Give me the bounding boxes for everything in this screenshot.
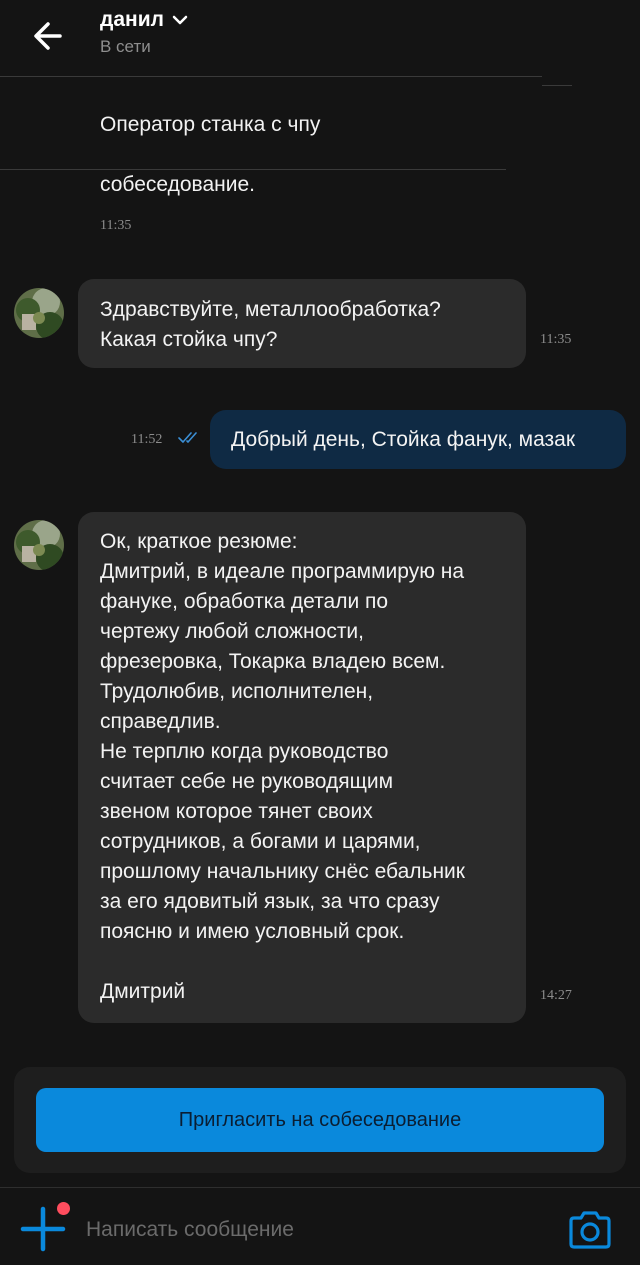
- avatar[interactable]: [14, 288, 64, 338]
- composer-divider: [0, 1187, 640, 1188]
- contact-name[interactable]: данил: [100, 8, 164, 32]
- message-text-line: поясню и имею условный срок.: [100, 920, 405, 943]
- message-bubble-incoming[interactable]: Ок, краткое резюме: Дмитрий, в идеале пр…: [78, 512, 526, 1023]
- message-input[interactable]: [86, 1210, 526, 1250]
- message-bubble-outgoing[interactable]: Добрый день, Стойка фанук, мазак: [210, 410, 626, 469]
- header-divider-secondary: [542, 85, 572, 86]
- message-text-line: прошлому начальнику снёс ебальник: [100, 860, 465, 883]
- header-divider: [0, 76, 542, 77]
- message-signature: Дмитрий: [100, 980, 186, 1003]
- card-divider: [0, 169, 506, 170]
- message-text-line: считает себе не руководящим: [100, 770, 394, 793]
- arrow-left-icon: [34, 22, 62, 50]
- notification-dot: [57, 1202, 70, 1215]
- contact-status: В сети: [100, 37, 151, 56]
- back-button[interactable]: [30, 18, 70, 54]
- avatar-image: [14, 520, 64, 570]
- invite-panel: Пригласить на собеседование: [14, 1067, 626, 1173]
- message-text-line: чертежу любой сложности,: [100, 620, 364, 643]
- message-time: 11:35: [540, 332, 572, 347]
- vacancy-title[interactable]: Оператор станка с чпу: [100, 113, 320, 137]
- message-bubble-incoming[interactable]: Здравствуйте, металлообработка? Какая ст…: [78, 279, 526, 368]
- message-text-line: сотрудников, а богами и царями,: [100, 830, 421, 853]
- message-text-line: фануке, обработка детали по: [100, 590, 389, 613]
- message-text-line: Трудолюбив, исполнителен,: [100, 680, 374, 703]
- card-text: собеседование.: [100, 173, 255, 196]
- message-text-line: [100, 947, 504, 977]
- message-text-line: Дмитрий, в идеале программирую на: [100, 560, 465, 583]
- camera-icon: [569, 1211, 611, 1249]
- message-time: 14:27: [540, 988, 572, 1003]
- message-text-line: Какая стойка чпу?: [100, 328, 278, 351]
- chevron-down-icon[interactable]: [172, 14, 188, 26]
- avatar[interactable]: [14, 520, 64, 570]
- message-text-line: за его ядовитый язык, за что сразу: [100, 890, 440, 913]
- message-text-line: справедлив.: [100, 710, 221, 733]
- message-text-line: звеном которое тянет своих: [100, 800, 373, 823]
- message-text-line: Здравствуйте, металлообработка?: [100, 298, 441, 321]
- avatar-image: [14, 288, 64, 338]
- camera-button[interactable]: [567, 1210, 613, 1250]
- double-check-icon: [178, 432, 197, 443]
- chat-header: данил В сети: [0, 0, 640, 86]
- message-text-line: Ок, краткое резюме:: [100, 530, 298, 553]
- invite-button[interactable]: Пригласить на собеседование: [36, 1088, 604, 1152]
- message-text-line: Не терплю когда руководство: [100, 740, 389, 763]
- message-text-line: фрезеровка, Токарка владею всем.: [100, 650, 446, 673]
- card-time: 11:35: [100, 218, 132, 233]
- message-time: 11:52: [131, 432, 163, 447]
